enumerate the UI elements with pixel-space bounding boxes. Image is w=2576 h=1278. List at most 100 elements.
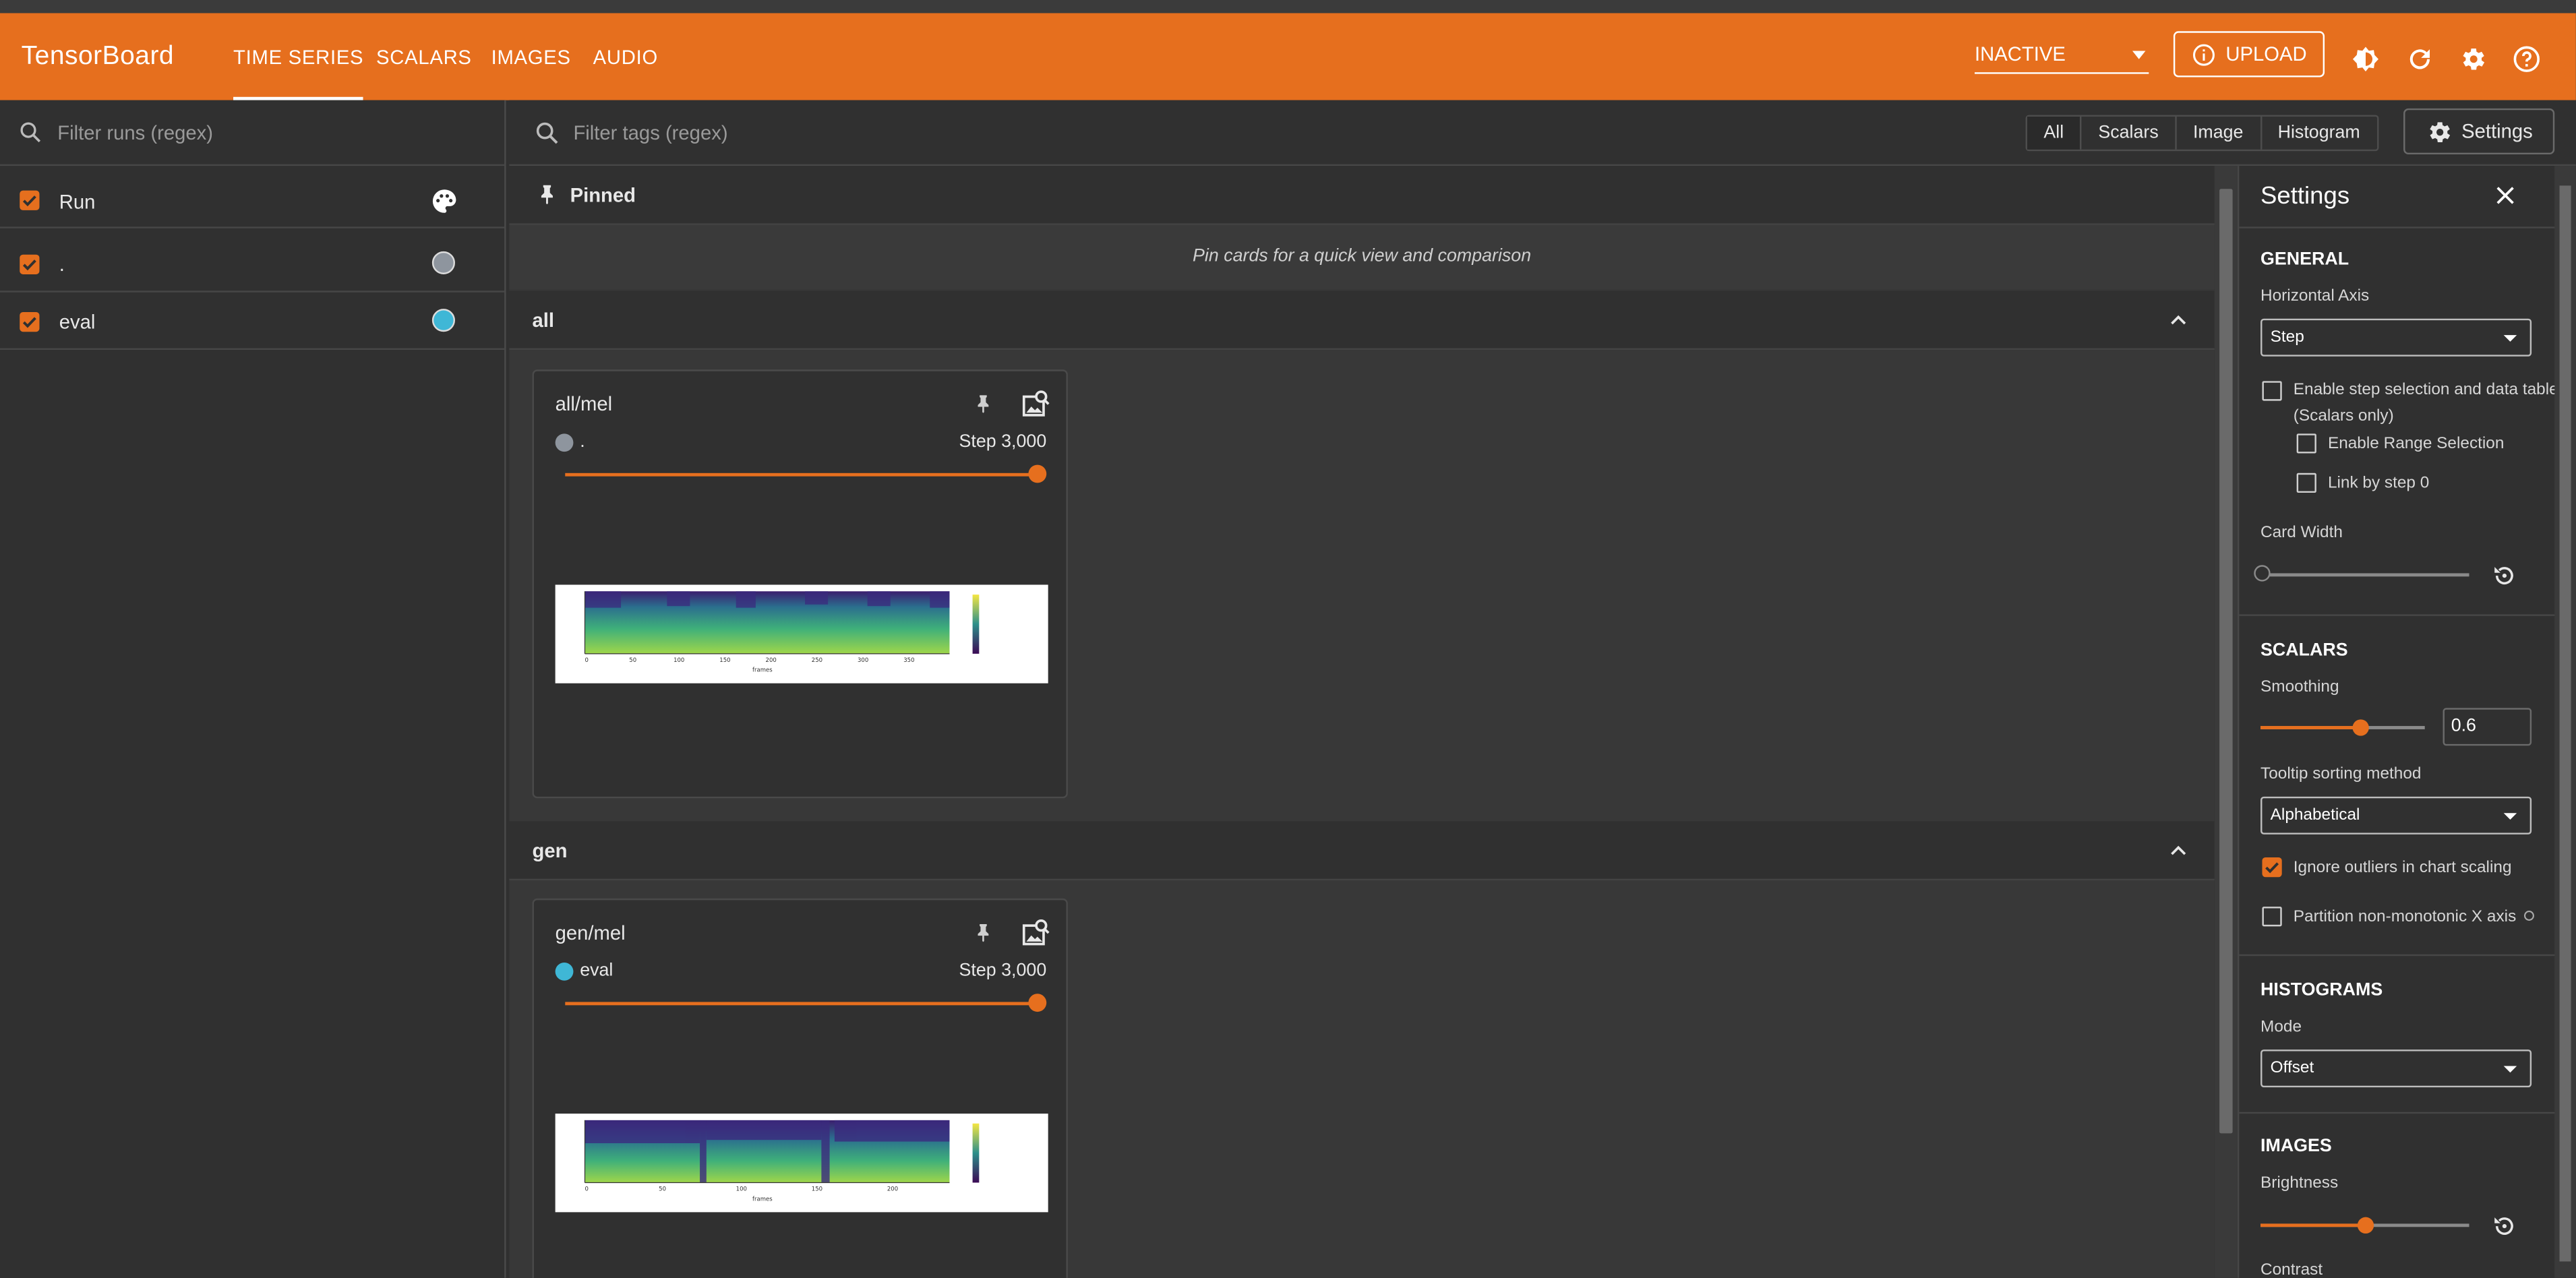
run-row-eval[interactable]: eval xyxy=(0,293,505,351)
step-slider-thumb[interactable] xyxy=(1028,994,1047,1012)
run-color-swatch[interactable] xyxy=(431,251,455,274)
contrast-label: Contrast xyxy=(2260,1261,2323,1278)
svg-text:200: 200 xyxy=(887,1186,898,1193)
histogram-mode-label: Mode xyxy=(2260,1018,2302,1037)
histogram-mode-select[interactable]: Offset xyxy=(2260,1049,2532,1088)
smoothing-value-input[interactable]: 0.6 xyxy=(2443,708,2532,746)
pinned-empty-message: Pin cards for a quick view and compariso… xyxy=(509,224,2215,289)
tab-scalars[interactable]: SCALARS xyxy=(376,13,472,100)
run-color-swatch[interactable] xyxy=(431,309,455,332)
svg-text:350: 350 xyxy=(903,657,914,664)
run-checkbox[interactable] xyxy=(20,311,40,332)
card-title: all/mel xyxy=(555,392,613,416)
step-selection-label: Enable step selection and data table xyxy=(2293,381,2558,400)
horizontal-axis-select[interactable]: Step xyxy=(2260,318,2532,357)
divider xyxy=(2239,226,2576,229)
smoothing-slider-thumb[interactable] xyxy=(2352,719,2369,736)
card-width-slider-thumb[interactable] xyxy=(2254,565,2271,582)
runs-panel: Run . eval xyxy=(0,100,506,1278)
upload-button[interactable]: UPLOAD xyxy=(2173,31,2325,78)
step-slider-track[interactable] xyxy=(565,1002,1039,1006)
run-row-dot[interactable]: . xyxy=(0,235,505,293)
info-icon xyxy=(2192,43,2215,65)
palette-icon[interactable] xyxy=(430,187,458,215)
link-by-step-checkbox[interactable] xyxy=(2296,473,2316,493)
fullscreen-image-icon[interactable] xyxy=(1020,918,1050,948)
tab-audio[interactable]: AUDIO xyxy=(593,13,658,100)
main-scrollbar-thumb[interactable] xyxy=(2219,189,2233,1134)
select-all-runs-checkbox[interactable] xyxy=(20,190,40,210)
help-icon[interactable] xyxy=(2523,910,2535,921)
range-selection-checkbox[interactable] xyxy=(2296,433,2316,454)
filter-histogram-button[interactable]: Histogram xyxy=(2261,117,2376,150)
pin-icon[interactable] xyxy=(973,392,994,414)
refresh-icon[interactable] xyxy=(2405,44,2434,74)
pin-icon xyxy=(541,185,553,205)
settings-scrollbar[interactable] xyxy=(2554,166,2576,1278)
histograms-heading: HISTOGRAMS xyxy=(2260,980,2383,1001)
step-slider-thumb[interactable] xyxy=(1028,464,1047,483)
range-selection-label: Enable Range Selection xyxy=(2327,435,2505,454)
plugin-status-dropdown[interactable]: INACTIVE xyxy=(1975,42,2149,74)
group-header-gen[interactable]: gen xyxy=(509,821,2215,881)
search-icon xyxy=(536,122,558,144)
gear-icon xyxy=(2430,121,2451,142)
svg-text:frames: frames xyxy=(752,1196,773,1203)
close-icon[interactable] xyxy=(2494,184,2517,207)
brightness-slider-thumb[interactable] xyxy=(2357,1217,2374,1234)
group-header-all[interactable]: all xyxy=(509,291,2215,351)
histogram-mode-value: Offset xyxy=(2270,1059,2314,1078)
settings-scrollbar-thumb[interactable] xyxy=(2559,185,2571,1262)
svg-text:150: 150 xyxy=(719,657,730,664)
divider xyxy=(2239,954,2576,956)
chevron-down-icon xyxy=(2503,335,2517,342)
reset-icon[interactable] xyxy=(2490,1212,2518,1240)
pin-icon[interactable] xyxy=(973,921,994,943)
ignore-outliers-checkbox[interactable] xyxy=(2262,857,2282,878)
card-step: Step 3,000 xyxy=(959,431,1047,452)
card-width-label: Card Width xyxy=(2260,524,2343,543)
svg-text:300: 300 xyxy=(858,657,868,664)
app-header: TensorBoard TIME SERIES SCALARS IMAGES A… xyxy=(0,13,2576,100)
run-color-dot xyxy=(555,961,574,980)
svg-text:50: 50 xyxy=(629,657,636,664)
card-title: gen/mel xyxy=(555,921,626,945)
smoothing-slider-fill xyxy=(2260,726,2360,729)
partition-label: Partition non-monotonic X axis xyxy=(2293,908,2517,927)
image-card-all-mel: all/mel . Step 3,000 0 50 100 150 200 25… xyxy=(532,369,1068,799)
svg-text:frames: frames xyxy=(752,667,773,674)
search-icon xyxy=(20,122,41,143)
fullscreen-image-icon[interactable] xyxy=(1020,390,1050,419)
brightness-icon[interactable] xyxy=(2351,44,2380,74)
help-icon[interactable] xyxy=(2512,44,2542,74)
tooltip-sort-select[interactable]: Alphabetical xyxy=(2260,796,2532,834)
chevron-up-icon[interactable] xyxy=(2169,311,2188,330)
settings-toggle-label: Settings xyxy=(2461,119,2533,144)
divider xyxy=(2239,614,2576,616)
run-name: . xyxy=(59,253,65,276)
step-selection-checkbox[interactable] xyxy=(2262,381,2282,401)
scalars-heading: SCALARS xyxy=(2260,640,2348,661)
filter-image-button[interactable]: Image xyxy=(2177,117,2262,150)
chevron-down-icon xyxy=(2503,1066,2517,1073)
tensorboard-app: TensorBoard TIME SERIES SCALARS IMAGES A… xyxy=(0,0,2576,1278)
filter-all-button[interactable]: All xyxy=(2027,117,2082,150)
reset-icon[interactable] xyxy=(2490,561,2518,589)
tab-time-series[interactable]: TIME SERIES xyxy=(233,13,365,100)
chevron-up-icon[interactable] xyxy=(2169,841,2188,861)
card-type-filter: All Scalars Image Histogram xyxy=(2025,115,2378,152)
step-slider-track[interactable] xyxy=(565,473,1039,477)
settings-icon[interactable] xyxy=(2457,44,2487,74)
settings-toggle-button[interactable]: Settings xyxy=(2403,108,2555,155)
runs-filter-input[interactable] xyxy=(54,119,488,146)
main-scrollbar[interactable] xyxy=(2214,166,2238,1278)
partition-checkbox[interactable] xyxy=(2262,907,2282,927)
filter-scalars-button[interactable]: Scalars xyxy=(2082,117,2177,150)
runs-header-row: Run xyxy=(0,171,505,229)
brightness-slider-fill xyxy=(2260,1223,2364,1227)
step-selection-note: (Scalars only) xyxy=(2293,407,2394,426)
tab-images[interactable]: IMAGES xyxy=(491,13,571,100)
card-width-slider-track[interactable] xyxy=(2260,573,2469,577)
run-checkbox[interactable] xyxy=(20,254,40,274)
tags-filter-input[interactable] xyxy=(570,119,1563,146)
